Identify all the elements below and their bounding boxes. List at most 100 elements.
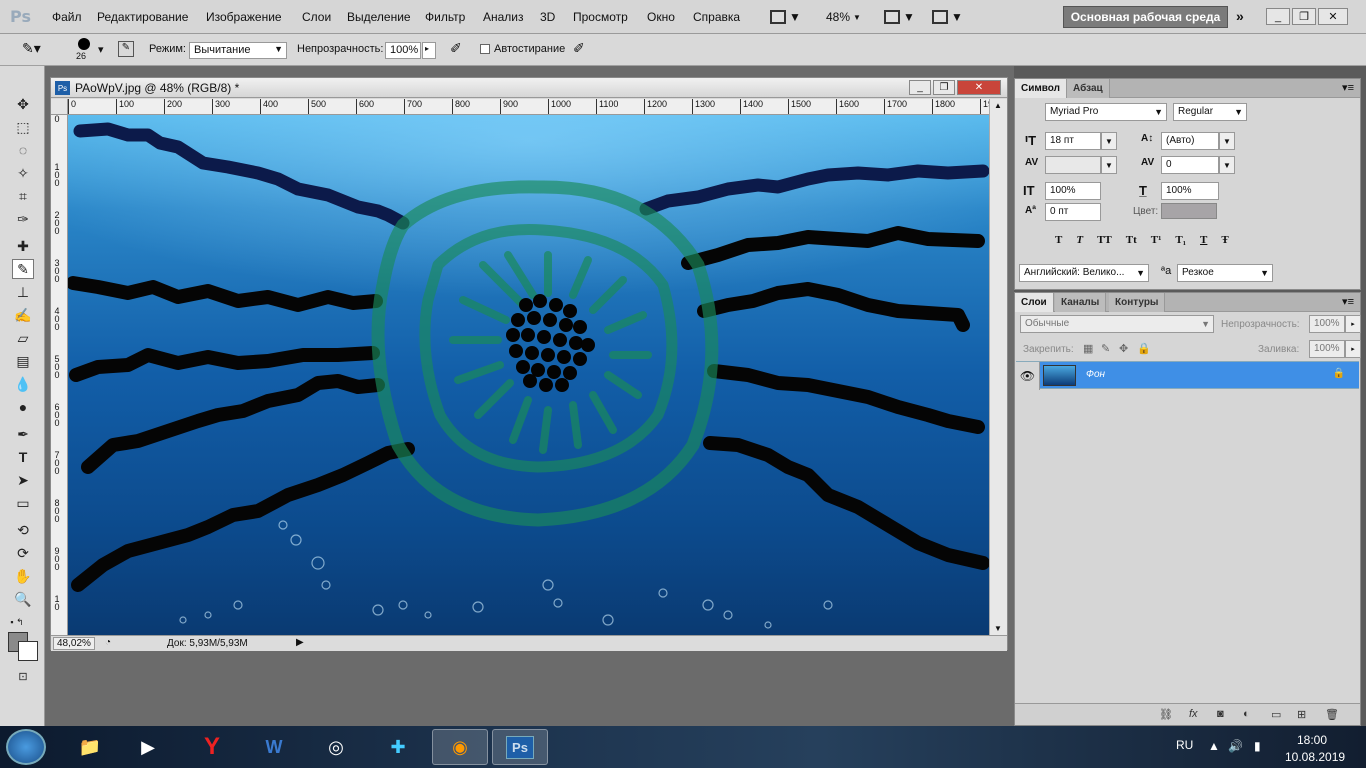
subscript-button[interactable]: T₁ (1175, 234, 1186, 246)
mode-dropdown[interactable]: Вычитание ▼ (189, 42, 287, 59)
layer-row[interactable]: 👁 Фон 🔒 (1016, 361, 1359, 390)
vertical-scrollbar[interactable]: ▲ ▼ (989, 99, 1007, 635)
font-family-select[interactable]: Myriad Pro ▼ (1045, 103, 1167, 121)
lock-position-icon[interactable]: ✥ (1119, 342, 1128, 355)
small-caps-button[interactable]: Tt (1126, 234, 1137, 246)
file-explorer-icon[interactable]: 📁 (62, 729, 118, 765)
move-tool-icon[interactable]: ✥ (12, 94, 34, 114)
horizontal-scale-input[interactable]: 100% (1161, 182, 1219, 200)
menu-view[interactable]: Просмотр (573, 10, 628, 24)
close-button[interactable]: ✕ (1318, 8, 1348, 25)
menu-select[interactable]: Выделение (347, 10, 411, 24)
screen-mode-dropdown-2[interactable]: ▼ (932, 8, 963, 26)
fill-input[interactable]: 100% (1309, 340, 1345, 358)
tab-channels[interactable]: Каналы (1055, 293, 1107, 312)
photoshop-taskbar-icon[interactable]: Ps (492, 729, 548, 765)
healing-brush-tool-icon[interactable]: ✚ (12, 236, 34, 256)
stamp-tool-icon[interactable]: ⊥ (12, 282, 34, 302)
tab-paragraph[interactable]: Абзац (1067, 79, 1110, 98)
brush-panel-icon[interactable]: ✎ (118, 41, 134, 57)
background-color-swatch[interactable] (18, 641, 38, 661)
strikethrough-button[interactable]: Ŧ (1221, 234, 1228, 246)
document-titlebar[interactable]: Ps PAoWpV.jpg @ 48% (RGB/8) * _ ❐ ✕ (51, 78, 1007, 98)
history-brush-tool-icon[interactable]: ✍ (12, 305, 34, 325)
vertical-ruler[interactable]: 0 1 0 0 2 0 0 3 0 0 4 0 0 5 0 0 6 0 0 7 … (51, 115, 68, 635)
link-layers-icon[interactable]: ⛓ (1159, 708, 1173, 721)
dodge-tool-icon[interactable]: ● (12, 397, 34, 417)
status-menu-arrow-icon[interactable]: ▶ (296, 637, 304, 648)
underline-button[interactable]: T (1200, 234, 1207, 246)
crop-tool-icon[interactable]: ⌗ (12, 186, 34, 206)
workspace-more-icon[interactable]: » (1236, 8, 1244, 24)
network-icon[interactable]: ▮ (1254, 739, 1261, 753)
horizontal-ruler[interactable]: 0 100 200 300 400 500 600 700 800 900 10… (68, 99, 989, 115)
adjustment-layer-icon[interactable]: ◐ (1243, 708, 1250, 720)
yandex-browser-icon[interactable]: Y (184, 729, 240, 765)
layer-opacity-slider-button[interactable]: ▸ (1345, 315, 1361, 333)
menu-image[interactable]: Изображение (206, 10, 282, 24)
type-tool-icon[interactable]: T (12, 447, 34, 467)
lasso-tool-icon[interactable]: ◌ (12, 140, 34, 160)
delete-layer-icon[interactable]: 🗑 (1325, 708, 1339, 721)
arrange-dropdown[interactable]: ▼ (884, 8, 915, 26)
path-select-tool-icon[interactable]: ➤ (12, 470, 34, 490)
new-layer-icon[interactable]: ⊞ (1297, 708, 1306, 721)
clock-date[interactable]: 10.08.2019 (1285, 750, 1345, 764)
opacity-input[interactable]: 100% (385, 42, 421, 59)
clock-time[interactable]: 18:00 (1297, 733, 1327, 747)
3d-rotate-tool-icon[interactable]: ⟲ (12, 520, 34, 540)
language-select[interactable]: Английский: Велико... ▼ (1019, 264, 1149, 282)
zoom-tool-icon[interactable]: 🔍 (12, 589, 34, 609)
pen-tool-icon[interactable]: ✒ (12, 424, 34, 444)
workspace-button[interactable]: Основная рабочая среда (1063, 6, 1228, 28)
gradient-tool-icon[interactable]: ▤ (12, 351, 34, 371)
menu-file[interactable]: Файл (52, 10, 82, 24)
font-style-select[interactable]: Regular ▼ (1173, 103, 1247, 121)
pressure-size-icon[interactable]: ✐ (573, 40, 585, 57)
app-plus-icon[interactable]: ✚ (370, 729, 426, 765)
word-icon[interactable]: W (246, 729, 302, 765)
faux-bold-button[interactable]: T (1055, 234, 1062, 246)
3d-orbit-tool-icon[interactable]: ⟳ (12, 543, 34, 563)
quick-mask-icon[interactable]: ⊡ (12, 666, 34, 686)
marquee-tool-icon[interactable]: ⬚ (12, 117, 34, 137)
doc-restore-button[interactable]: ❐ (933, 80, 955, 95)
font-size-input[interactable]: 18 пт (1045, 132, 1101, 150)
panel-menu-icon[interactable]: ▾≡ (1342, 81, 1354, 94)
pressure-opacity-icon[interactable]: ✐ (450, 40, 462, 57)
all-caps-button[interactable]: TT (1097, 234, 1112, 246)
quick-select-tool-icon[interactable]: ✧ (12, 163, 34, 183)
fill-slider-button[interactable]: ▸ (1345, 340, 1361, 358)
kerning-input[interactable] (1045, 156, 1101, 174)
menu-layers[interactable]: Слои (302, 10, 331, 24)
hand-tool-icon[interactable]: ✋ (12, 566, 34, 586)
menu-help[interactable]: Справка (693, 10, 740, 24)
volume-icon[interactable]: 🔊 (1228, 739, 1243, 753)
obs-icon[interactable]: ◎ (308, 729, 364, 765)
zoom-field[interactable]: 48,02% (53, 637, 95, 650)
blend-mode-select[interactable]: Обычные ▼ (1020, 315, 1214, 333)
eraser-tool-icon[interactable]: ▱ (12, 328, 34, 348)
fx-icon[interactable]: fx (1189, 708, 1198, 720)
tab-layers[interactable]: Слои (1015, 293, 1054, 312)
lock-transparent-icon[interactable]: ▦ (1083, 342, 1093, 355)
screen-mode-dropdown[interactable]: ▼ (770, 8, 801, 26)
superscript-button[interactable]: T¹ (1151, 234, 1162, 246)
tracking-dropdown[interactable]: ▼ (1219, 156, 1235, 174)
eyedropper-tool-icon[interactable]: ✑ (12, 209, 34, 229)
baseline-shift-input[interactable]: 0 пт (1045, 203, 1101, 221)
brush-preset-picker[interactable]: 26 (76, 38, 96, 61)
chevron-down-icon[interactable]: ▾ (98, 43, 104, 56)
kerning-dropdown[interactable]: ▼ (1101, 156, 1117, 174)
leading-dropdown[interactable]: ▼ (1219, 132, 1235, 150)
pencil-tool-icon[interactable]: ✎ (12, 259, 34, 279)
lock-all-icon[interactable]: 🔒 (1137, 342, 1151, 355)
antialias-select[interactable]: Резкое ▼ (1177, 264, 1273, 282)
blur-tool-icon[interactable]: 💧 (12, 374, 34, 394)
add-mask-icon[interactable]: ◙ (1217, 708, 1224, 720)
lock-pixels-icon[interactable]: ✎ (1101, 342, 1110, 355)
doc-close-button[interactable]: ✕ (957, 80, 1001, 95)
restore-button[interactable]: ❐ (1292, 8, 1316, 25)
canvas[interactable] (68, 115, 989, 635)
tracking-input[interactable]: 0 (1161, 156, 1219, 174)
